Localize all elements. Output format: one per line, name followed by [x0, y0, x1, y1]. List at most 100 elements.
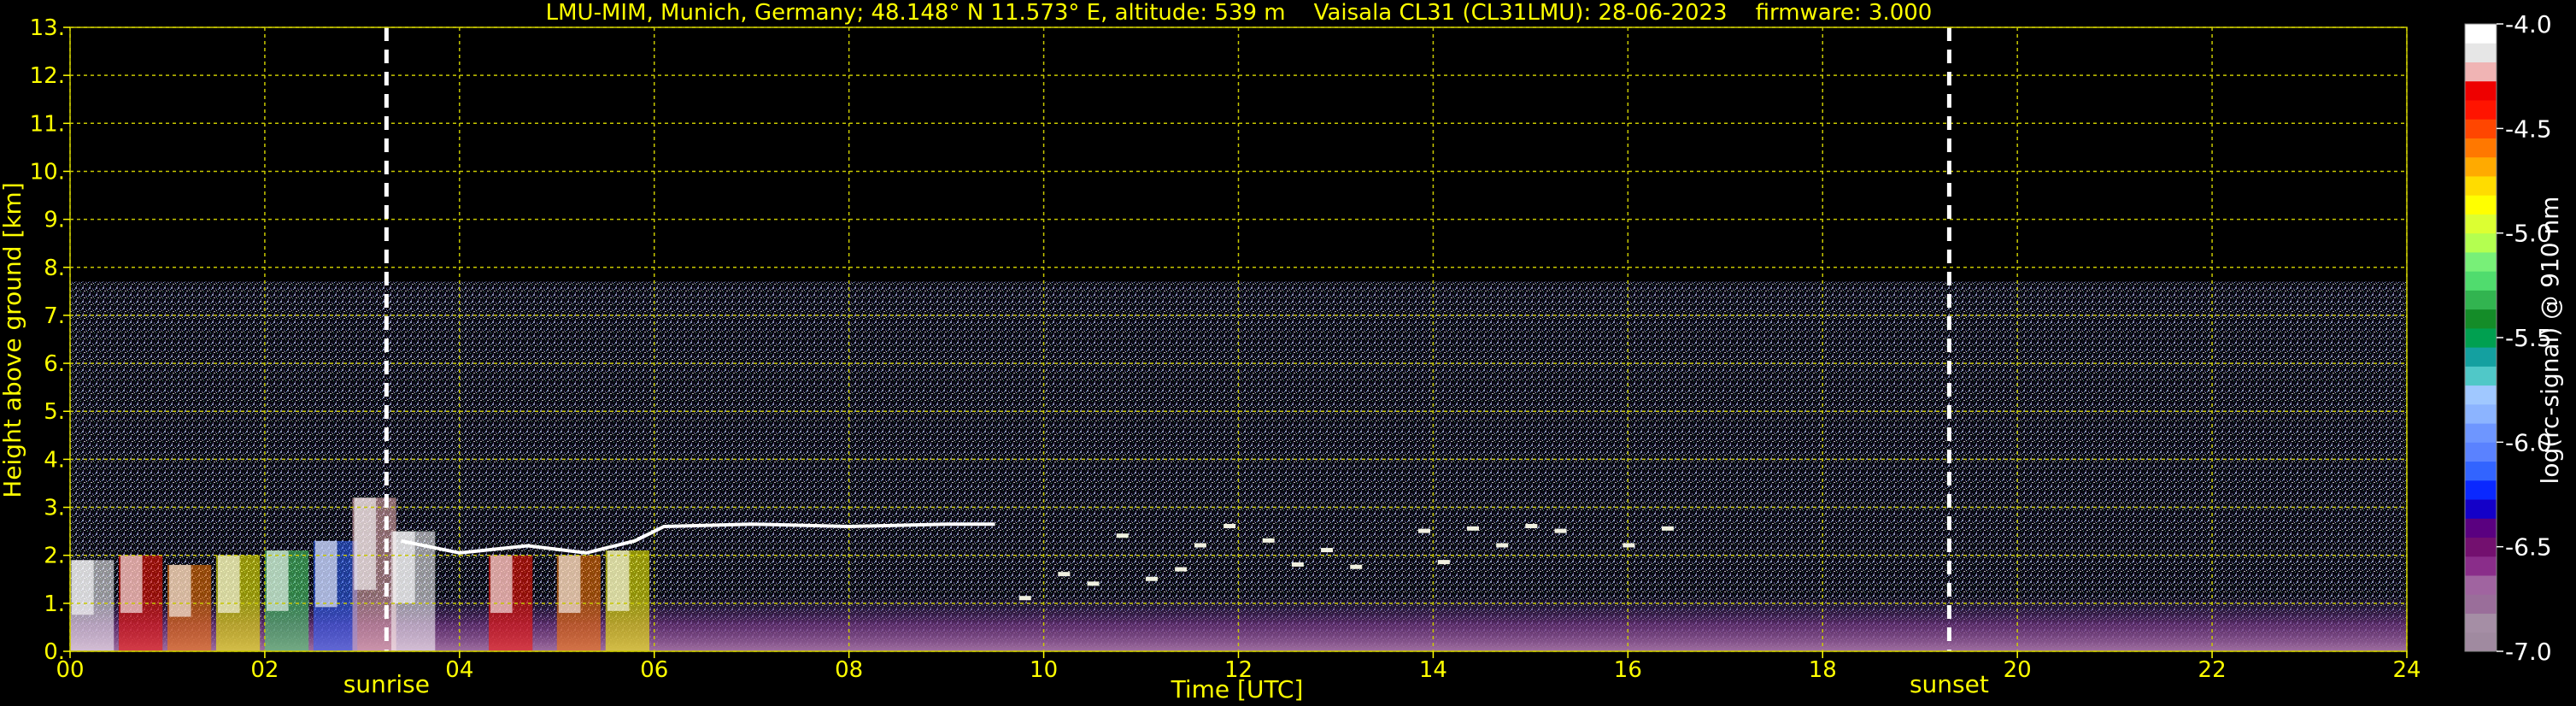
low-cloud-core [354, 497, 377, 591]
x-tick-label: 08 [835, 657, 863, 683]
colorbar-segment [2465, 99, 2497, 120]
low-cloud-core [266, 550, 289, 611]
colorbar-segment [2465, 43, 2497, 62]
colorbar-segment [2465, 423, 2497, 443]
x-tick-label: 06 [640, 657, 668, 683]
colorbar-segment [2465, 518, 2497, 538]
x-tick-label: 20 [2004, 657, 2032, 683]
cloud-mark [1018, 596, 1031, 601]
low-cloud-core [120, 555, 143, 614]
y-tick-label: 11. [30, 111, 65, 137]
y-tick-label: 0. [44, 639, 65, 665]
y-tick-label: 2. [44, 544, 65, 569]
colorbar-segment [2465, 271, 2497, 291]
colorbar-segment [2465, 195, 2497, 215]
cloud-mark [1116, 533, 1129, 538]
cloud-mark [1350, 564, 1363, 569]
colorbar-segment [2465, 80, 2497, 101]
colorbar-segment [2465, 24, 2497, 44]
y-tick-label: 5. [44, 399, 65, 425]
x-tick-label: 16 [1614, 657, 1642, 683]
sunrise-label: sunrise [343, 670, 430, 698]
y-tick-label: 4. [44, 447, 65, 473]
cloud-mark [1291, 562, 1304, 567]
cloud-mark [1525, 524, 1538, 528]
colorbar-segment [2465, 119, 2497, 138]
colorbar-segment [2465, 214, 2497, 234]
cloud-mark [1262, 538, 1275, 543]
y-tick-label: 8. [44, 256, 65, 281]
x-tick-label: 24 [2392, 657, 2421, 683]
colorbar-segment [2465, 175, 2497, 196]
colorbar-label: log(rc-signal) @ 910 nm [2536, 197, 2564, 485]
y-tick-label: 13. [30, 15, 65, 41]
colorbar-segment [2465, 327, 2497, 348]
colorbar-segment [2465, 366, 2497, 386]
colorbar-segment [2465, 290, 2497, 310]
colorbar-segment [2465, 537, 2497, 557]
ceilometer-chart: LMU-MIM, Munich, Germany; 48.148° N 11.5… [0, 0, 2564, 703]
colorbar-segment [2465, 632, 2497, 652]
colorbar-segment [2465, 138, 2497, 158]
x-tick-label: 04 [445, 657, 473, 683]
y-tick-label: 7. [44, 303, 65, 329]
y-tick-label: 1. [44, 591, 65, 617]
colorbar-segment [2465, 385, 2497, 405]
low-cloud-core [607, 550, 630, 611]
chart-title: LMU-MIM, Munich, Germany; 48.148° N 11.5… [546, 0, 1933, 26]
x-tick-label: 18 [1809, 657, 1837, 683]
colorbar-tick-label: -6.5 [2505, 533, 2552, 562]
low-cloud-core [314, 540, 337, 608]
colorbar-segment [2465, 442, 2497, 462]
colorbar-segment [2465, 613, 2497, 633]
x-tick-label: 14 [1419, 657, 1447, 683]
sunset-label: sunset [1910, 670, 1989, 698]
cloud-mark [1145, 576, 1158, 581]
colorbar-segment [2465, 403, 2497, 424]
y-axis-label: Height above ground [km] [0, 182, 26, 498]
cloud-mark [1418, 528, 1431, 533]
low-cloud-core [558, 555, 581, 614]
colorbar-segment [2465, 479, 2497, 500]
plot-area: sunrise sunset [69, 26, 2408, 698]
colorbar-segment [2465, 461, 2497, 481]
x-tick-label: 10 [1030, 657, 1058, 683]
colorbar [2464, 23, 2497, 652]
cloud-mark [1554, 528, 1567, 533]
low-cloud-core [72, 560, 94, 615]
low-cloud-core [217, 555, 240, 614]
colorbar-segment [2465, 232, 2497, 253]
colorbar-segment [2465, 251, 2497, 272]
colorbar-segment [2465, 575, 2497, 595]
colorbar-tick-label: -4.5 [2505, 115, 2552, 143]
x-tick-label: 02 [250, 657, 279, 683]
cloud-mark [1175, 567, 1188, 572]
colorbar-segment [2465, 62, 2497, 82]
x-tick-label: 22 [2198, 657, 2227, 683]
cloud-mark [1321, 548, 1334, 553]
cloud-mark [1437, 560, 1450, 565]
cloud-mark [1496, 543, 1509, 548]
y-tick-label: 10. [30, 159, 65, 185]
colorbar-segment [2465, 347, 2497, 367]
cloud-mark [1467, 526, 1479, 531]
low-cloud-core [490, 555, 513, 614]
y-tick-label: 6. [44, 351, 65, 377]
cloud-mark [1661, 526, 1674, 531]
colorbar-segment [2465, 499, 2497, 519]
y-axis-ticks: 0. 1. 2. 3. 4. 5. 6. 7. 8. 9. 10. 11. 12. 13. [30, 15, 70, 665]
colorbar-segment [2465, 309, 2497, 329]
colorbar-segment [2465, 156, 2497, 177]
y-tick-label: 9. [44, 208, 65, 233]
y-tick-label: 12. [30, 63, 65, 89]
y-tick-label: 3. [44, 496, 65, 521]
colorbar-segment [2465, 556, 2497, 576]
colorbar-tick-label: -4.0 [2505, 10, 2552, 38]
cloud-mark [1087, 581, 1100, 586]
low-cloud-core [168, 564, 191, 617]
cloud-mark [1058, 572, 1071, 577]
colorbar-tick-label: -7.0 [2505, 638, 2552, 666]
cloud-mark [1622, 543, 1635, 548]
colorbar-segment [2465, 594, 2497, 615]
cloud-mark [1223, 524, 1236, 528]
